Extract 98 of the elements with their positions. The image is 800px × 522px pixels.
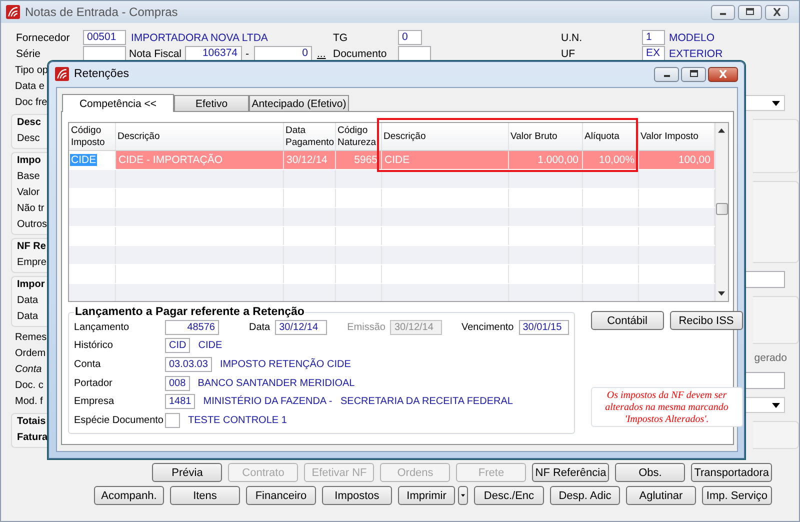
separator-text: - [246, 48, 250, 60]
due-date-field[interactable]: 30/01/15 [518, 320, 569, 335]
field-label: Não tr [17, 202, 46, 216]
field-label: Doc fre [15, 96, 47, 110]
dialog-button[interactable]: Recibo ISS [670, 311, 743, 330]
lookup-name: MINISTÉRIO DA FAZENDA - SECRETARIA DA RECEITA FEDERAL [203, 396, 513, 408]
code-field[interactable]: 03.03.03 [165, 356, 212, 372]
field-label: Empresa [74, 396, 116, 408]
tg-field[interactable]: 0 [398, 30, 422, 45]
lookup-name: CIDE [198, 340, 222, 352]
lookup-button[interactable]: ... [317, 48, 326, 60]
field-label: Desc [17, 116, 42, 130]
toolbar-button[interactable]: Aglutinar [626, 486, 696, 505]
column-header[interactable]: Valor Imposto [638, 123, 714, 150]
field-label: Conta [15, 363, 43, 377]
field-label: Impo [17, 154, 42, 168]
toolbar-button[interactable]: Desp. Adic [550, 486, 620, 505]
date-field[interactable]: 30/12/14 [275, 320, 328, 335]
field-label: Data [17, 294, 40, 308]
field-label: Doc. c [15, 379, 44, 393]
entry-number-field[interactable]: 48576 [165, 320, 219, 335]
table-cell: 10,00% [582, 150, 638, 170]
dialog-title: Retenções [74, 68, 129, 80]
toolbar-button[interactable]: Transportadora [691, 463, 772, 482]
code-field[interactable]: 1481 [165, 394, 196, 410]
lookup-name: IMPOSTO RETENÇÃO CIDE [220, 358, 351, 370]
field-label: Fatura [17, 431, 47, 445]
toolbar-button[interactable]: Itens [170, 486, 240, 505]
field-label: gerado [754, 352, 787, 364]
field-label: Conta [74, 358, 102, 370]
tab[interactable]: Competência << [62, 94, 174, 112]
field-label: Série [16, 48, 42, 60]
state-code-field[interactable]: EX [642, 46, 665, 61]
column-header[interactable]: Descrição [115, 123, 283, 150]
field-label: Impor [17, 278, 46, 292]
supplier-code-field[interactable]: 00501 [83, 30, 126, 45]
lookup-name: TESTE CONTROLE 1 [188, 414, 287, 426]
dialog-button[interactable]: Contábil [590, 311, 664, 330]
lookup-name: BANCO SANTANDER MERIDIOAL [198, 378, 355, 389]
column-header[interactable]: Código Natureza [335, 123, 381, 150]
window-title: Notas de Entrada - Compras [25, 5, 178, 19]
field-label: Emissão [347, 322, 386, 333]
invoice-number-field[interactable]: 106374 [184, 46, 242, 61]
field-label: Mod. f [15, 395, 44, 409]
field-label: Data e [15, 80, 46, 94]
field-label: TG [333, 32, 349, 44]
field-label: Ordem [15, 347, 47, 361]
tab[interactable]: Antecipado (Efetivo) [249, 95, 349, 111]
field-label: Totais [17, 415, 47, 429]
field-label: Valor [17, 186, 41, 200]
field-label: Espécie Documento [74, 414, 164, 426]
column-header[interactable]: Data Pagamento [283, 123, 335, 150]
field-label: NF Re [17, 240, 47, 254]
code-field[interactable]: CID [165, 338, 190, 354]
toolbar-button[interactable]: Financeiro [246, 486, 316, 505]
toolbar-button[interactable]: Imp. Serviço [702, 486, 772, 505]
field-label: Portador [74, 378, 114, 389]
field-label: Base [17, 170, 41, 184]
column-header[interactable]: Alíquota [582, 123, 638, 150]
group-title: Lançamento a Pagar referente a Retenção [74, 306, 306, 318]
tab[interactable]: Efetivo [174, 95, 249, 111]
column-header[interactable]: Descrição [381, 123, 508, 150]
code-field[interactable]: 008 [165, 376, 190, 391]
toolbar-button[interactable]: Impostos [322, 486, 392, 505]
field-label: U.N. [561, 32, 583, 44]
toolbar-button[interactable]: Prévia [152, 463, 222, 482]
field-label: UF [561, 48, 576, 60]
field-label: Empre [17, 256, 47, 270]
field-label: Vencimento [461, 322, 514, 333]
column-header[interactable]: Código Imposto [69, 123, 115, 150]
state-name: EXTERIOR [669, 48, 723, 60]
toolbar-button[interactable]: Obs. [615, 463, 686, 482]
table-cell: 30/12/14 [283, 150, 335, 170]
table-cell: CIDE [381, 150, 508, 170]
field-label: Documento [333, 48, 388, 60]
toolbar-button[interactable]: NF Referência [532, 463, 610, 482]
supplier-name: IMPORTADORA NOVA LTDA [131, 32, 268, 44]
table-cell: CIDE [69, 150, 115, 170]
field-label: Data [249, 322, 270, 333]
field-label: Nota Fiscal [129, 48, 182, 60]
print-button[interactable]: Imprimir [398, 486, 455, 505]
warning-note: Os impostos da NF devem ser alterados na mesma marcando 'Impostos Alterados'. [590, 387, 743, 427]
field-label: Fornecedor [16, 32, 71, 44]
unit-code-field[interactable]: 1 [642, 30, 665, 45]
unit-name: MODELO [669, 32, 715, 44]
toolbar-button[interactable]: Acompanh. [94, 486, 164, 505]
field-label: Desc [17, 132, 41, 146]
table-cell: CIDE - IMPORTAÇÃO [115, 150, 283, 170]
field-label: Lançamento [74, 322, 130, 333]
table-cell: 100,00 [638, 150, 714, 170]
table-cell: 1.000,00 [508, 150, 582, 170]
field-label: Outros [17, 218, 47, 232]
column-header[interactable]: Valor Bruto [508, 123, 582, 150]
field-label: Histórico [74, 340, 114, 352]
invoice-suffix-field[interactable]: 0 [254, 46, 312, 61]
field-label: Data [17, 310, 40, 324]
toolbar-button[interactable]: Desc./Enc [474, 486, 544, 505]
field-label: Remes [15, 331, 47, 345]
